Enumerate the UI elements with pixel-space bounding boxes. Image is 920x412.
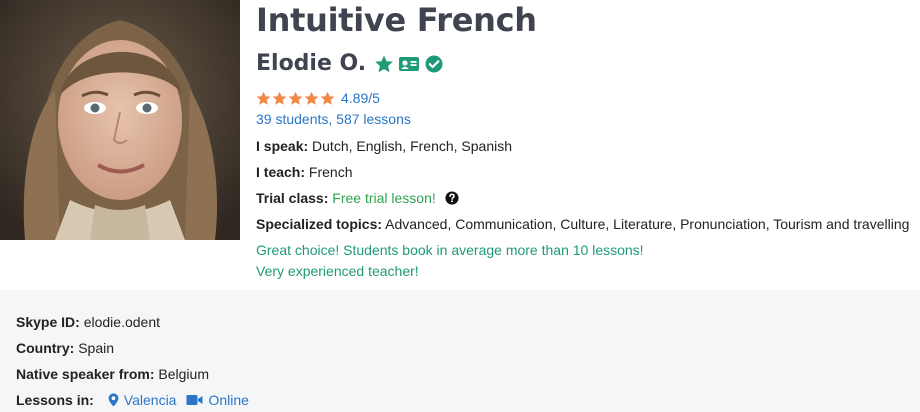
- speak-label: I speak:: [256, 138, 309, 154]
- note-great-choice: Great choice! Students book in average m…: [256, 242, 644, 258]
- specialized-topics: Specialized topics: Advanced, Communicat…: [256, 215, 909, 233]
- skype-label: Skype ID:: [16, 314, 80, 330]
- trial-class: Trial class: Free trial lesson!: [256, 189, 459, 207]
- skype-row: Skype ID: elodie.odent: [16, 313, 160, 331]
- teacher-name-row: Elodie O.: [256, 50, 444, 78]
- teacher-details-panel: Skype ID: elodie.odent Country: Spain Na…: [0, 290, 920, 412]
- star-icon: [256, 91, 271, 105]
- star-icon: [272, 91, 287, 105]
- languages-taught: I teach: French: [256, 163, 352, 181]
- course-title: Intuitive French: [256, 1, 537, 39]
- video-camera-icon: [186, 395, 203, 405]
- verified-check-icon: [425, 55, 443, 73]
- location-valencia-label: Valencia: [123, 392, 177, 408]
- teacher-badges: [374, 54, 444, 74]
- topics-label: Specialized topics:: [256, 216, 383, 232]
- students-lessons-link[interactable]: 39 students, 587 lessons: [256, 110, 411, 128]
- star-icon: [288, 91, 303, 105]
- native-label: Native speaker from:: [16, 366, 155, 382]
- star-badge-icon: [375, 55, 393, 73]
- country-label: Country:: [16, 340, 75, 356]
- question-circle-icon[interactable]: [445, 191, 459, 205]
- teacher-photo: [0, 0, 240, 240]
- map-pin-icon: [108, 393, 119, 407]
- teach-label: I teach:: [256, 164, 306, 180]
- native-row: Native speaker from: Belgium: [16, 365, 209, 383]
- location-online-label: Online: [208, 392, 249, 408]
- teacher-header: Intuitive French Elodie O. 4.89/5 39 stu…: [0, 0, 920, 290]
- lessons-row: Lessons in: Valencia Online: [16, 391, 249, 409]
- lessons-label: Lessons in:: [16, 392, 94, 408]
- teach-value: French: [308, 164, 353, 180]
- location-valencia[interactable]: Valencia: [108, 391, 177, 409]
- id-card-icon: [399, 57, 420, 71]
- trial-label: Trial class:: [256, 190, 329, 206]
- note-experienced: Very experienced teacher!: [256, 263, 419, 279]
- languages-spoken: I speak: Dutch, English, French, Spanish: [256, 137, 512, 155]
- country-value: Spain: [78, 340, 115, 356]
- star-icon: [304, 91, 319, 105]
- rating-value[interactable]: 4.89/5: [341, 90, 380, 106]
- trial-value: Free trial lesson!: [332, 190, 436, 206]
- speak-value: Dutch, English, French, Spanish: [312, 138, 513, 154]
- native-value: Belgium: [158, 366, 209, 382]
- country-row: Country: Spain: [16, 339, 114, 357]
- rating-stars: [256, 91, 335, 106]
- rating: 4.89/5: [256, 88, 380, 108]
- teacher-name: Elodie O.: [256, 51, 367, 76]
- topics-value: Advanced, Communication, Culture, Litera…: [385, 216, 910, 232]
- location-online[interactable]: Online: [186, 391, 249, 409]
- skype-value: elodie.odent: [83, 314, 160, 330]
- star-icon: [320, 91, 335, 105]
